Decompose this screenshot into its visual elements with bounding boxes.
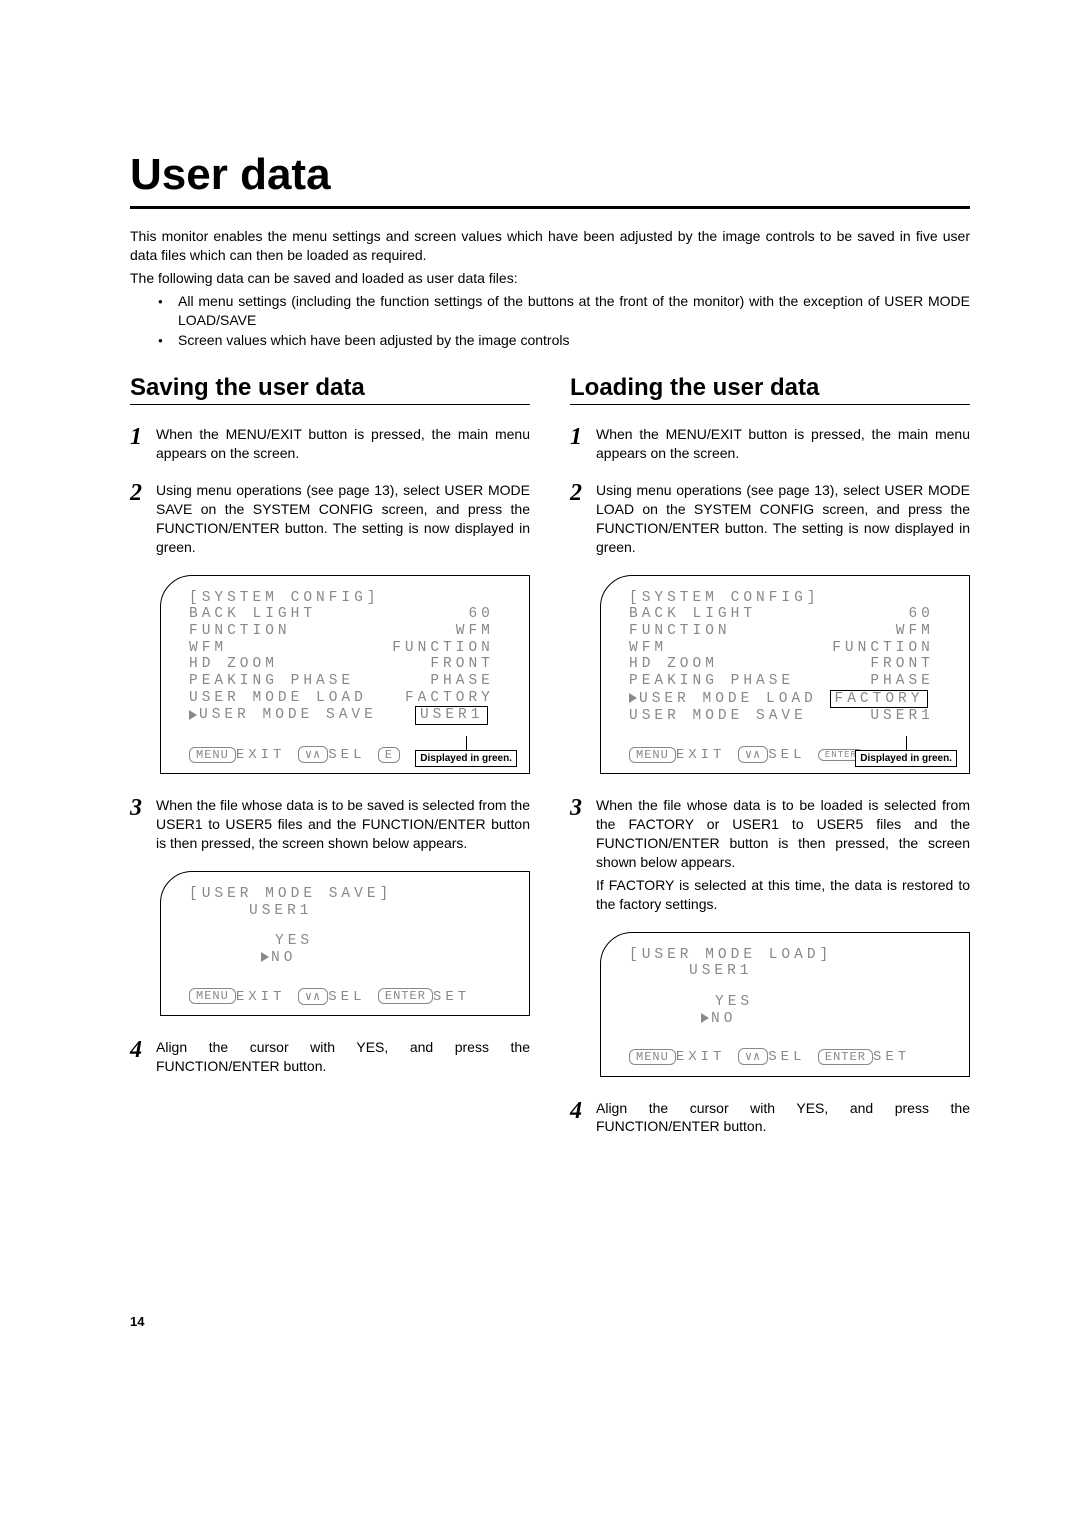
confirm-yes: YES: [189, 933, 509, 950]
system-config-screen-load: [SYSTEM CONFIG] BACK LIGHT 60 FUNCTION W…: [600, 575, 970, 775]
screen-footer: MENUEXIT ∨∧SEL E Displayed in green.: [161, 737, 529, 773]
saving-column: Saving the user data 1 When the MENU/EXI…: [130, 374, 530, 1154]
step-number: 1: [570, 425, 596, 463]
screen-footer: MENUEXIT ∨∧SEL ENTERSET Displayed in gre…: [601, 737, 969, 773]
step-text: Align the cursor with YES, and press the…: [156, 1038, 530, 1076]
step-text: When the MENU/EXIT button is pressed, th…: [156, 425, 530, 463]
saving-step-4: 4 Align the cursor with YES, and press t…: [130, 1038, 530, 1076]
intro-bullet-1: All menu settings (including the functio…: [178, 292, 970, 330]
step-number: 4: [570, 1099, 596, 1137]
loading-rule: [570, 404, 970, 405]
intro-bullet-2: Screen values which have been adjusted b…: [178, 331, 970, 350]
enter-button-icon: ENTER: [818, 1049, 873, 1065]
screen-footer: MENUEXIT ∨∧SEL ENTERSET: [601, 1039, 969, 1075]
updown-button-icon: ∨∧: [738, 746, 768, 763]
screen-title: [SYSTEM CONFIG]: [629, 590, 949, 607]
saving-rule: [130, 404, 530, 405]
step-number: 3: [130, 796, 156, 853]
screen-title: [SYSTEM CONFIG]: [189, 590, 509, 607]
menu-button-icon: MENU: [629, 1049, 676, 1065]
saving-step-3: 3 When the file whose data is to be save…: [130, 796, 530, 853]
step-extra-note: If FACTORY is selected at this time, the…: [596, 876, 970, 914]
loading-step-2: 2 Using menu operations (see page 13), s…: [570, 481, 970, 557]
step-number: 4: [130, 1038, 156, 1076]
menu-button-icon: MENU: [189, 747, 236, 763]
loading-heading: Loading the user data: [570, 374, 970, 402]
cfg-row: USER MODE SAVE USER1: [629, 708, 949, 725]
user-mode-save-screen: [USER MODE SAVE] USER1 YES NO MENUEXIT ∨…: [160, 871, 530, 1016]
system-config-screen-save: [SYSTEM CONFIG] BACK LIGHT 60 FUNCTION W…: [160, 575, 530, 775]
title-rule: [130, 206, 970, 209]
cursor-icon: [189, 710, 197, 720]
step-text: Using menu operations (see page 13), sel…: [156, 481, 530, 557]
cursor-icon: [261, 952, 269, 962]
cfg-row: PEAKING PHASE PHASE: [189, 673, 509, 690]
step-number: 3: [570, 796, 596, 913]
cfg-row: WFM FUNCTION: [189, 640, 509, 657]
step-text: When the MENU/EXIT button is pressed, th…: [596, 425, 970, 463]
step-text: When the file whose data is to be loaded…: [596, 796, 970, 913]
confirm-file: USER1: [189, 903, 509, 920]
menu-button-icon: MENU: [629, 747, 676, 763]
cfg-row: FUNCTION WFM: [189, 623, 509, 640]
enter-button-icon: ENTER: [378, 988, 433, 1004]
loading-column: Loading the user data 1 When the MENU/EX…: [570, 374, 970, 1154]
page-title: User data: [130, 150, 970, 200]
confirm-no: NO: [189, 950, 509, 967]
saving-heading: Saving the user data: [130, 374, 530, 402]
saving-step-1: 1 When the MENU/EXIT button is pressed, …: [130, 425, 530, 463]
cfg-row-selected: USER MODE SAVE USER1: [189, 706, 509, 725]
cfg-row: HD ZOOM FRONT: [629, 656, 949, 673]
cfg-row: WFM FUNCTION: [629, 640, 949, 657]
intro-paragraph-2: The following data can be saved and load…: [130, 269, 970, 288]
cursor-icon: [629, 693, 637, 703]
confirm-title: [USER MODE SAVE]: [189, 886, 509, 903]
confirm-no: NO: [629, 1011, 949, 1028]
cfg-row-selected: USER MODE LOAD FACTORY: [629, 690, 949, 709]
page-number: 14: [130, 1314, 970, 1329]
cfg-row: USER MODE LOAD FACTORY: [189, 690, 509, 707]
screen-footer: MENUEXIT ∨∧SEL ENTERSET: [161, 979, 529, 1015]
green-callout: Displayed in green.: [855, 750, 957, 767]
step-text: Using menu operations (see page 13), sel…: [596, 481, 970, 557]
confirm-file: USER1: [629, 963, 949, 980]
cfg-row: FUNCTION WFM: [629, 623, 949, 640]
step-number: 1: [130, 425, 156, 463]
confirm-yes: YES: [629, 994, 949, 1011]
updown-button-icon: ∨∧: [298, 988, 328, 1005]
confirm-title: [USER MODE LOAD]: [629, 947, 949, 964]
saving-step-2: 2 Using menu operations (see page 13), s…: [130, 481, 530, 557]
intro-paragraph-1: This monitor enables the menu settings a…: [130, 227, 970, 265]
updown-button-icon: ∨∧: [298, 746, 328, 763]
step-number: 2: [570, 481, 596, 557]
step-text: Align the cursor with YES, and press the…: [596, 1099, 970, 1137]
highlighted-value: USER1: [415, 706, 489, 725]
cfg-row: HD ZOOM FRONT: [189, 656, 509, 673]
loading-step-3: 3 When the file whose data is to be load…: [570, 796, 970, 913]
loading-step-1: 1 When the MENU/EXIT button is pressed, …: [570, 425, 970, 463]
cursor-icon: [701, 1013, 709, 1023]
cfg-row: BACK LIGHT 60: [189, 606, 509, 623]
loading-step-4: 4 Align the cursor with YES, and press t…: [570, 1099, 970, 1137]
cfg-row: BACK LIGHT 60: [629, 606, 949, 623]
user-mode-load-screen: [USER MODE LOAD] USER1 YES NO MENUEXIT ∨…: [600, 932, 970, 1077]
intro-bullets: All menu settings (including the functio…: [130, 292, 970, 351]
green-callout: Displayed in green.: [415, 750, 517, 767]
highlighted-value: FACTORY: [830, 690, 929, 709]
enter-button-icon: E: [378, 747, 400, 763]
cfg-row: PEAKING PHASE PHASE: [629, 673, 949, 690]
menu-button-icon: MENU: [189, 988, 236, 1004]
updown-button-icon: ∨∧: [738, 1048, 768, 1065]
step-number: 2: [130, 481, 156, 557]
step-text: When the file whose data is to be saved …: [156, 796, 530, 853]
